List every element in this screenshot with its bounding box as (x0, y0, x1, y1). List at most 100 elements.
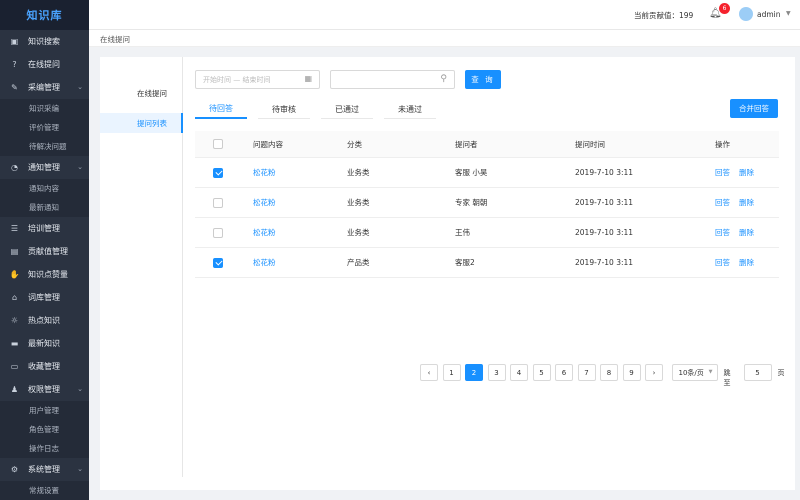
answer-link[interactable]: 回答 (715, 197, 730, 208)
sidebar-subitem[interactable]: 常规设置 (0, 481, 89, 500)
sidebar-item-8[interactable]: ☼ 热点知识 (0, 309, 89, 332)
next-page-button[interactable]: › (645, 364, 663, 381)
column-header-question: 问题内容 (253, 139, 283, 149)
page-button[interactable]: 4 (510, 364, 528, 381)
column-header-actions: 操作 (715, 139, 730, 149)
sidebar-item-label: 采编管理 (28, 83, 60, 92)
subnav-item-question-list[interactable]: 提问列表 (100, 113, 183, 133)
search-input[interactable] (331, 71, 431, 88)
delete-link[interactable]: 删除 (739, 257, 754, 268)
table-row: 松花粉 业务类 王伟 2019-7-10 3:11 回答 删除 (195, 218, 779, 248)
sidebar-subitem[interactable]: 知识采编 (0, 99, 89, 118)
cell-time: 2019-7-10 3:11 (575, 258, 634, 267)
select-all-checkbox[interactable] (213, 139, 223, 149)
row-checkbox[interactable] (213, 257, 223, 268)
prev-page-button[interactable]: ‹ (420, 364, 438, 381)
cell-question[interactable]: 松花粉 (253, 188, 276, 217)
page-button[interactable]: 9 (622, 364, 641, 381)
sidebar-subitem[interactable]: 最新通知 (0, 198, 89, 217)
tab-pending-review[interactable]: 待审核 (258, 100, 310, 119)
date-range-picker[interactable]: 开始时间 — 结束时间 ▦ (195, 70, 320, 89)
username[interactable]: admin (757, 10, 781, 19)
permission-icon: ♟ (10, 385, 19, 394)
tab-rejected[interactable]: 未通过 (384, 100, 436, 119)
page-button[interactable]: 8 (600, 364, 618, 381)
cell-time: 2019-7-10 3:11 (575, 228, 634, 237)
page-button[interactable]: 5 (532, 364, 551, 381)
page-button[interactable]: 3 (487, 364, 506, 381)
question-icon: ? (12, 60, 17, 69)
sidebar-item-3[interactable]: ◔ 通知管理 ⌄ (0, 156, 89, 179)
page-button[interactable]: 7 (577, 364, 596, 381)
row-checkbox[interactable] (213, 197, 223, 208)
cell-time: 2019-7-10 3:11 (575, 198, 634, 207)
sidebar-item-10[interactable]: ▭ 收藏管理 (0, 355, 89, 378)
cell-question[interactable]: 松花粉 (253, 218, 276, 247)
sidebar-item-0[interactable]: ▣ 知识搜索 (0, 30, 89, 53)
answer-link[interactable]: 回答 (715, 257, 730, 268)
delete-link[interactable]: 删除 (739, 197, 754, 208)
delete-link[interactable]: 删除 (739, 227, 754, 238)
sidebar-item-5[interactable]: ▤ 贡献值管理 (0, 240, 89, 263)
sidebar-item-12[interactable]: ⚙ 系统管理 ⌄ (0, 458, 89, 481)
cell-category: 业务类 (347, 198, 370, 207)
query-button[interactable]: 查 询 (465, 70, 501, 89)
sidebar-subitem[interactable]: 操作日志 (0, 439, 89, 458)
delete-link[interactable]: 删除 (739, 167, 754, 178)
page-button[interactable]: 2 (465, 364, 483, 381)
sidebar-item-9[interactable]: ▬ 最新知识 (0, 332, 89, 355)
page-button[interactable]: 6 (555, 364, 573, 381)
answer-link[interactable]: 回答 (715, 227, 730, 238)
page-size-select[interactable]: 10条/页 ▼ (671, 364, 718, 381)
sidebar-item-2[interactable]: ✎ 采编管理 ⌄ (0, 76, 89, 99)
sidebar-item-label: 词库管理 (28, 293, 60, 302)
sidebar-item-label: 最新知识 (28, 339, 60, 348)
sidebar-item-4[interactable]: ☰ 培训管理 (0, 217, 89, 240)
column-header-time: 提问时间 (575, 139, 605, 149)
new-icon: ▬ (10, 339, 19, 348)
sidebar-item-7[interactable]: ⌂ 词库管理 (0, 286, 89, 309)
sidebar-item-label: 系统管理 (28, 465, 60, 474)
chevron-down-icon[interactable]: ▼ (786, 10, 791, 17)
cell-question[interactable]: 松花粉 (253, 248, 276, 277)
chevron-down-icon: ⌄ (77, 83, 83, 91)
cell-question[interactable]: 松花粉 (253, 158, 276, 187)
cell-asker: 客服2 (455, 258, 475, 267)
cell-asker: 王伟 (455, 228, 470, 237)
sidebar-item-label: 贡献值管理 (28, 247, 68, 256)
row-actions: 回答 删除 (715, 188, 754, 217)
table-body: 松花粉 业务类 客服 小昊 2019-7-10 3:11 回答 删除 松花粉 业务类 专家 朝朝… (195, 158, 779, 278)
question-table: 问题内容 分类 提问者 提问时间 操作 松花粉 业务类 客服 小昊 2019-7-10… (195, 131, 785, 387)
sidebar-item-11[interactable]: ♟ 权限管理 ⌄ (0, 378, 89, 401)
sidebar-subitem[interactable]: 用户管理 (0, 401, 89, 420)
sidebar-subitem[interactable]: 评价管理 (0, 118, 89, 137)
bell-icon: ◔ (11, 163, 18, 172)
sidebar-item-6[interactable]: ✋ 知识点赞量 (0, 263, 89, 286)
page-unit-label: 页 (777, 369, 785, 377)
row-checkbox[interactable] (213, 167, 223, 178)
tab-approved[interactable]: 已通过 (321, 100, 373, 119)
sidebar-item-label: 热点知识 (28, 316, 60, 325)
breadcrumb-bar: 在线提问 (89, 30, 800, 47)
cell-time: 2019-7-10 3:11 (575, 168, 634, 177)
sidebar-subitem[interactable]: 通知内容 (0, 179, 89, 198)
merge-answer-button[interactable]: 合并回答 (730, 99, 778, 118)
settings-icon: ⚙ (10, 465, 19, 474)
jump-label: 跳至 (723, 369, 731, 387)
hot-icon: ☼ (10, 316, 19, 325)
sidebar-subitem[interactable]: 角色管理 (0, 420, 89, 439)
row-actions: 回答 删除 (715, 248, 754, 277)
row-checkbox[interactable] (213, 227, 223, 238)
page-button[interactable]: 1 (442, 364, 461, 381)
search-box[interactable]: ⚲ (330, 70, 455, 89)
sidebar-item-label: 收藏管理 (28, 362, 60, 371)
tab-pending-answer[interactable]: 待回答 (195, 100, 247, 119)
sidebar-item-1[interactable]: ? 在线提问 (0, 53, 89, 76)
search-icon[interactable]: ⚲ (440, 74, 447, 84)
chevron-down-icon: ⌄ (77, 163, 83, 171)
avatar[interactable] (739, 7, 753, 21)
jump-page-input[interactable]: 5 (743, 364, 772, 381)
answer-link[interactable]: 回答 (715, 167, 730, 178)
subnav-item-online-question[interactable]: 在线提问 (100, 83, 183, 103)
sidebar-subitem[interactable]: 待解决问题 (0, 137, 89, 156)
